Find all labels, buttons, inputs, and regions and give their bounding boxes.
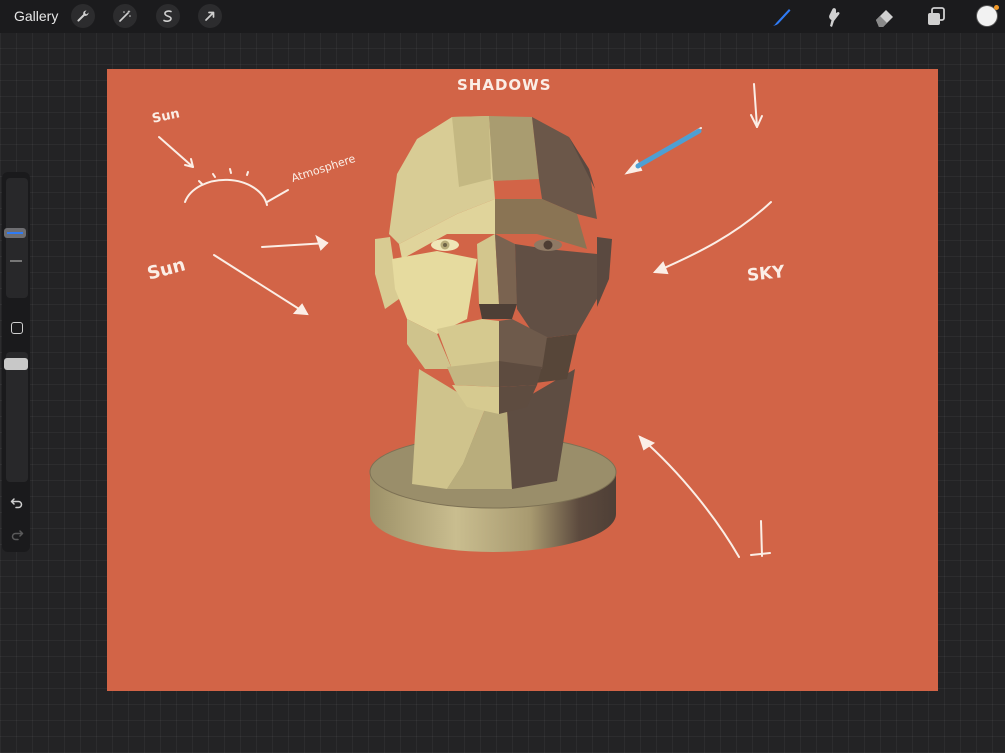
- selection-icon: [163, 10, 172, 22]
- blue-stroke: [635, 128, 702, 169]
- magic-wand-icon: [119, 10, 131, 22]
- size-indicator: [10, 260, 22, 262]
- smudge-icon[interactable]: [821, 5, 845, 29]
- selection-button[interactable]: [156, 4, 180, 28]
- transform-button[interactable]: [198, 4, 222, 28]
- notification-dot: [994, 5, 999, 10]
- annotation-sky: SKY: [746, 262, 786, 286]
- redo-button[interactable]: [10, 528, 24, 542]
- brush-size-slider[interactable]: [4, 178, 28, 298]
- low-poly-head: [375, 116, 612, 414]
- opacity-slider[interactable]: [4, 352, 28, 482]
- brush-size-handle[interactable]: [4, 228, 26, 238]
- opacity-handle[interactable]: [4, 358, 28, 370]
- side-toolbar: [2, 172, 30, 552]
- wrench-icon: [77, 10, 89, 22]
- layers-icon[interactable]: [924, 5, 948, 29]
- annotation-shadows: SHADOWS: [457, 76, 552, 94]
- drawing-canvas[interactable]: SHADOWS Sun Atmosphere Sun SKY: [107, 69, 938, 691]
- eraser-icon[interactable]: [873, 5, 897, 29]
- actions-button[interactable]: [71, 4, 95, 28]
- canvas-artwork: [158, 83, 772, 558]
- brush-icon[interactable]: [770, 5, 794, 29]
- modify-button[interactable]: [11, 322, 23, 334]
- gallery-button[interactable]: Gallery: [14, 8, 58, 24]
- top-toolbar: Gallery: [0, 0, 1005, 33]
- transform-arrow-icon: [205, 11, 215, 21]
- undo-button[interactable]: [10, 496, 24, 510]
- adjustments-button[interactable]: [113, 4, 137, 28]
